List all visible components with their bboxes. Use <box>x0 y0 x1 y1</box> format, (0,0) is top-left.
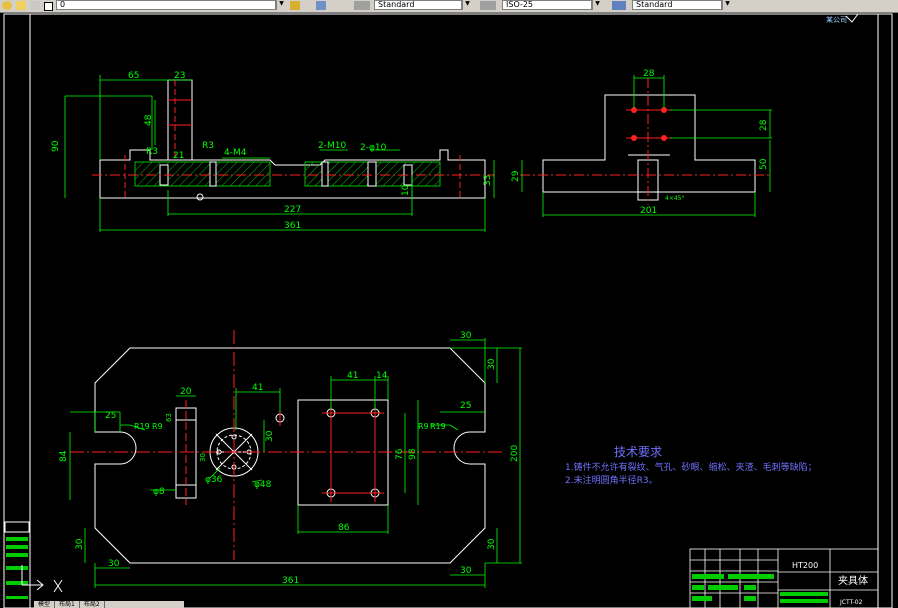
color-square-icon[interactable] <box>44 2 53 11</box>
side-view <box>520 78 770 205</box>
table-style-icon[interactable] <box>612 1 626 10</box>
notes-title: 技术要求 <box>614 445 662 459</box>
svg-text:30: 30 <box>487 358 497 370</box>
freeze-icon[interactable] <box>16 1 26 10</box>
layer-dropdown-arrow[interactable]: ▼ <box>276 0 286 10</box>
text-style-dropdown[interactable]: Standard <box>374 0 462 10</box>
svg-text:65: 65 <box>128 71 139 81</box>
plan-view <box>70 330 505 564</box>
layer-previous-icon[interactable] <box>290 1 300 10</box>
svg-text:φ8: φ8 <box>153 487 165 497</box>
front-section-view <box>92 79 495 201</box>
svg-text:2-M10: 2-M10 <box>318 141 346 151</box>
svg-text:41: 41 <box>252 383 263 393</box>
svg-text:29: 29 <box>511 170 521 182</box>
notes-line-2: 2.未注明圆角半径R3。 <box>565 474 658 486</box>
side-view-dimensions <box>521 75 772 217</box>
svg-text:227: 227 <box>284 205 301 215</box>
svg-text:R9: R9 <box>152 422 163 431</box>
svg-text:4-M4: 4-M4 <box>224 148 247 158</box>
drawing-canvas[interactable]: 某公司 65 23 90 48 21 R3 R3 4-M4 2-M10 2-φ1… <box>0 13 898 608</box>
svg-text:2-φ10: 2-φ10 <box>360 143 387 153</box>
svg-text:201: 201 <box>640 206 657 216</box>
svg-text:φ48: φ48 <box>254 480 272 490</box>
front-view-dim-text: 65 23 90 48 21 R3 R3 4-M4 2-M10 2-φ10 33… <box>51 71 493 231</box>
view-toggle-icon[interactable] <box>845 13 859 23</box>
svg-text:50: 50 <box>759 158 769 170</box>
svg-text:30: 30 <box>487 538 497 550</box>
layout-tabs: 模型 布局1 布局2 <box>34 601 184 608</box>
tab-layout1[interactable]: 布局1 <box>55 601 80 608</box>
title-block-fills <box>692 574 828 603</box>
svg-text:361: 361 <box>284 221 301 231</box>
svg-text:30: 30 <box>75 538 85 550</box>
front-view-dimensions <box>64 75 495 232</box>
svg-text:86: 86 <box>338 523 350 533</box>
svg-text:30: 30 <box>199 453 207 462</box>
technical-requirements: 技术要求 1.铸件不允许有裂纹、气孔、砂眼、缩松、夹渣、毛刺等缺陷； 2.未注明… <box>565 445 817 486</box>
svg-text:90: 90 <box>51 140 61 152</box>
svg-text:R19: R19 <box>430 422 446 431</box>
table-style-dropdown-arrow[interactable]: ▼ <box>722 0 732 10</box>
svg-text:30: 30 <box>108 559 120 569</box>
svg-text:98: 98 <box>408 448 418 460</box>
svg-text:R19: R19 <box>134 422 150 431</box>
layer-state-icon[interactable] <box>2 1 12 10</box>
svg-text:R3: R3 <box>146 147 158 157</box>
tab-model[interactable]: 模型 <box>34 601 56 608</box>
material-label: HT200 <box>792 561 818 570</box>
dim-style-dropdown[interactable]: ISO-25 <box>502 0 592 10</box>
svg-text:30: 30 <box>460 566 472 576</box>
svg-text:25: 25 <box>105 411 116 421</box>
table-style-value: Standard <box>636 0 673 9</box>
text-style-dropdown-arrow[interactable]: ▼ <box>462 0 472 10</box>
layer-stack-icon[interactable] <box>316 1 326 10</box>
svg-text:20: 20 <box>180 387 192 397</box>
top-right-label: 某公司 <box>826 16 847 24</box>
svg-text:30: 30 <box>460 331 472 341</box>
plan-view-dim-text: 30 30 200 41 41 14 20 25 25 R19 R9 R9 R1… <box>59 331 520 586</box>
svg-text:33: 33 <box>483 175 493 186</box>
plan-view-dimensions <box>69 338 522 588</box>
svg-text:4×45°: 4×45° <box>665 195 684 202</box>
svg-text:200: 200 <box>510 445 520 462</box>
dim-style-icon[interactable] <box>480 1 496 10</box>
svg-text:21: 21 <box>173 151 184 161</box>
svg-text:84: 84 <box>59 450 69 462</box>
table-style-dropdown[interactable]: Standard <box>632 0 722 10</box>
svg-text:10: 10 <box>401 184 411 196</box>
text-style-icon[interactable] <box>354 1 370 10</box>
svg-text:76: 76 <box>395 448 405 460</box>
drawing-number-label: JCTT-02 <box>839 599 863 606</box>
svg-text:361: 361 <box>282 576 299 586</box>
lock-icon[interactable] <box>30 1 40 10</box>
notes-line-1: 1.铸件不允许有裂纹、气孔、砂眼、缩松、夹渣、毛刺等缺陷； <box>565 461 817 473</box>
svg-text:28: 28 <box>759 119 769 131</box>
dim-style-dropdown-arrow[interactable]: ▼ <box>592 0 602 10</box>
svg-text:63: 63 <box>165 413 173 422</box>
drawing-frame <box>3 13 893 608</box>
svg-text:23: 23 <box>174 71 185 81</box>
svg-text:30: 30 <box>265 430 275 442</box>
left-sidebar-markers <box>4 521 30 599</box>
svg-text:R9: R9 <box>418 422 429 431</box>
svg-text:R3: R3 <box>202 141 214 151</box>
svg-text:14: 14 <box>376 371 388 381</box>
svg-text:48: 48 <box>144 114 154 126</box>
toolbar: 0 ▼ Standard ▼ ISO-25 ▼ Standard ▼ <box>0 0 898 13</box>
layer-value: 0 <box>60 0 66 9</box>
side-view-dim-text: 28 28 50 29 201 4×45° <box>511 69 769 216</box>
tab-layout2[interactable]: 布局2 <box>80 601 105 608</box>
svg-text:φ36: φ36 <box>205 475 223 485</box>
text-style-value: Standard <box>378 0 415 9</box>
svg-text:25: 25 <box>460 401 471 411</box>
part-name-label: 夹具体 <box>838 574 868 587</box>
dim-style-value: ISO-25 <box>506 0 534 9</box>
svg-text:28: 28 <box>643 69 655 79</box>
svg-text:41: 41 <box>347 371 358 381</box>
layer-dropdown[interactable]: 0 <box>56 0 276 10</box>
